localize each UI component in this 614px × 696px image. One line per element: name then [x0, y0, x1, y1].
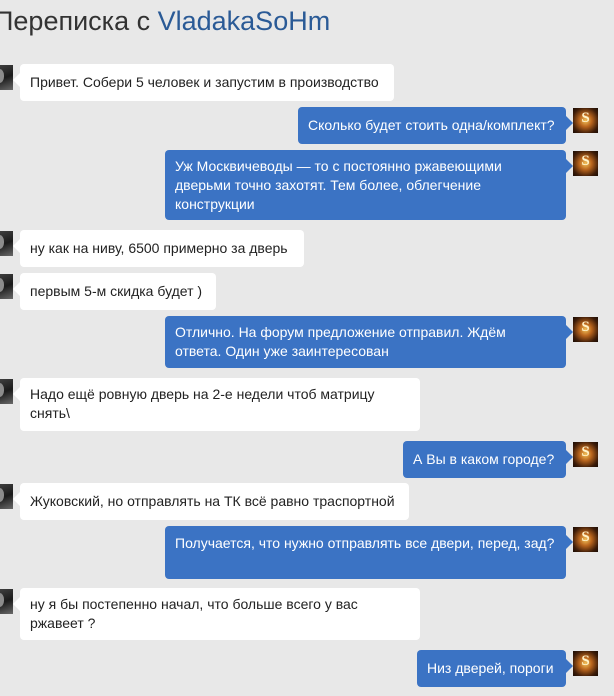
avatar-them[interactable] [0, 231, 13, 256]
avatar-me[interactable]: S [573, 651, 598, 676]
message-bubble: А Вы в каком городе? [403, 441, 573, 478]
message-bubble: ну я бы постепенно начал, что больше все… [13, 588, 420, 640]
message-bubble: Отлично. На форум предложение отправил. … [165, 316, 573, 368]
message-bubble: ну как на ниву, 6500 примерно за дверь [13, 230, 304, 267]
message-bubble: Жуковский, но отправлять на ТК всё равно… [13, 483, 409, 520]
message-bubble: Низ дверей, пороги [417, 650, 573, 687]
avatar-them[interactable] [0, 589, 13, 614]
message-bubble: Сколько будет стоить одна/комплект? [298, 107, 573, 144]
message-bubble: первым 5-м скидка будет ) [13, 273, 216, 310]
message-bubble: Получается, что нужно отправлять все две… [165, 526, 573, 579]
avatar-me[interactable]: S [573, 108, 598, 133]
avatar-them[interactable] [0, 379, 13, 404]
username-link[interactable]: VladakaSoHm [158, 6, 331, 36]
message-bubble: Привет. Собери 5 человек и запустим в пр… [13, 64, 394, 101]
message-bubble: Уж Москвичеводы — то с постоянно ржавеющ… [165, 150, 573, 220]
page-title: Переписка с VladakaSoHm [0, 6, 330, 37]
title-prefix: Переписка с [0, 6, 151, 36]
avatar-me[interactable]: S [573, 151, 598, 176]
avatar-me[interactable]: S [573, 527, 598, 552]
avatar-them[interactable] [0, 484, 13, 509]
avatar-me[interactable]: S [573, 317, 598, 342]
avatar-them[interactable] [0, 274, 13, 299]
message-bubble: Надо ещё ровную дверь на 2-е недели чтоб… [13, 378, 420, 431]
avatar-them[interactable] [0, 65, 13, 90]
avatar-me[interactable]: S [573, 442, 598, 467]
